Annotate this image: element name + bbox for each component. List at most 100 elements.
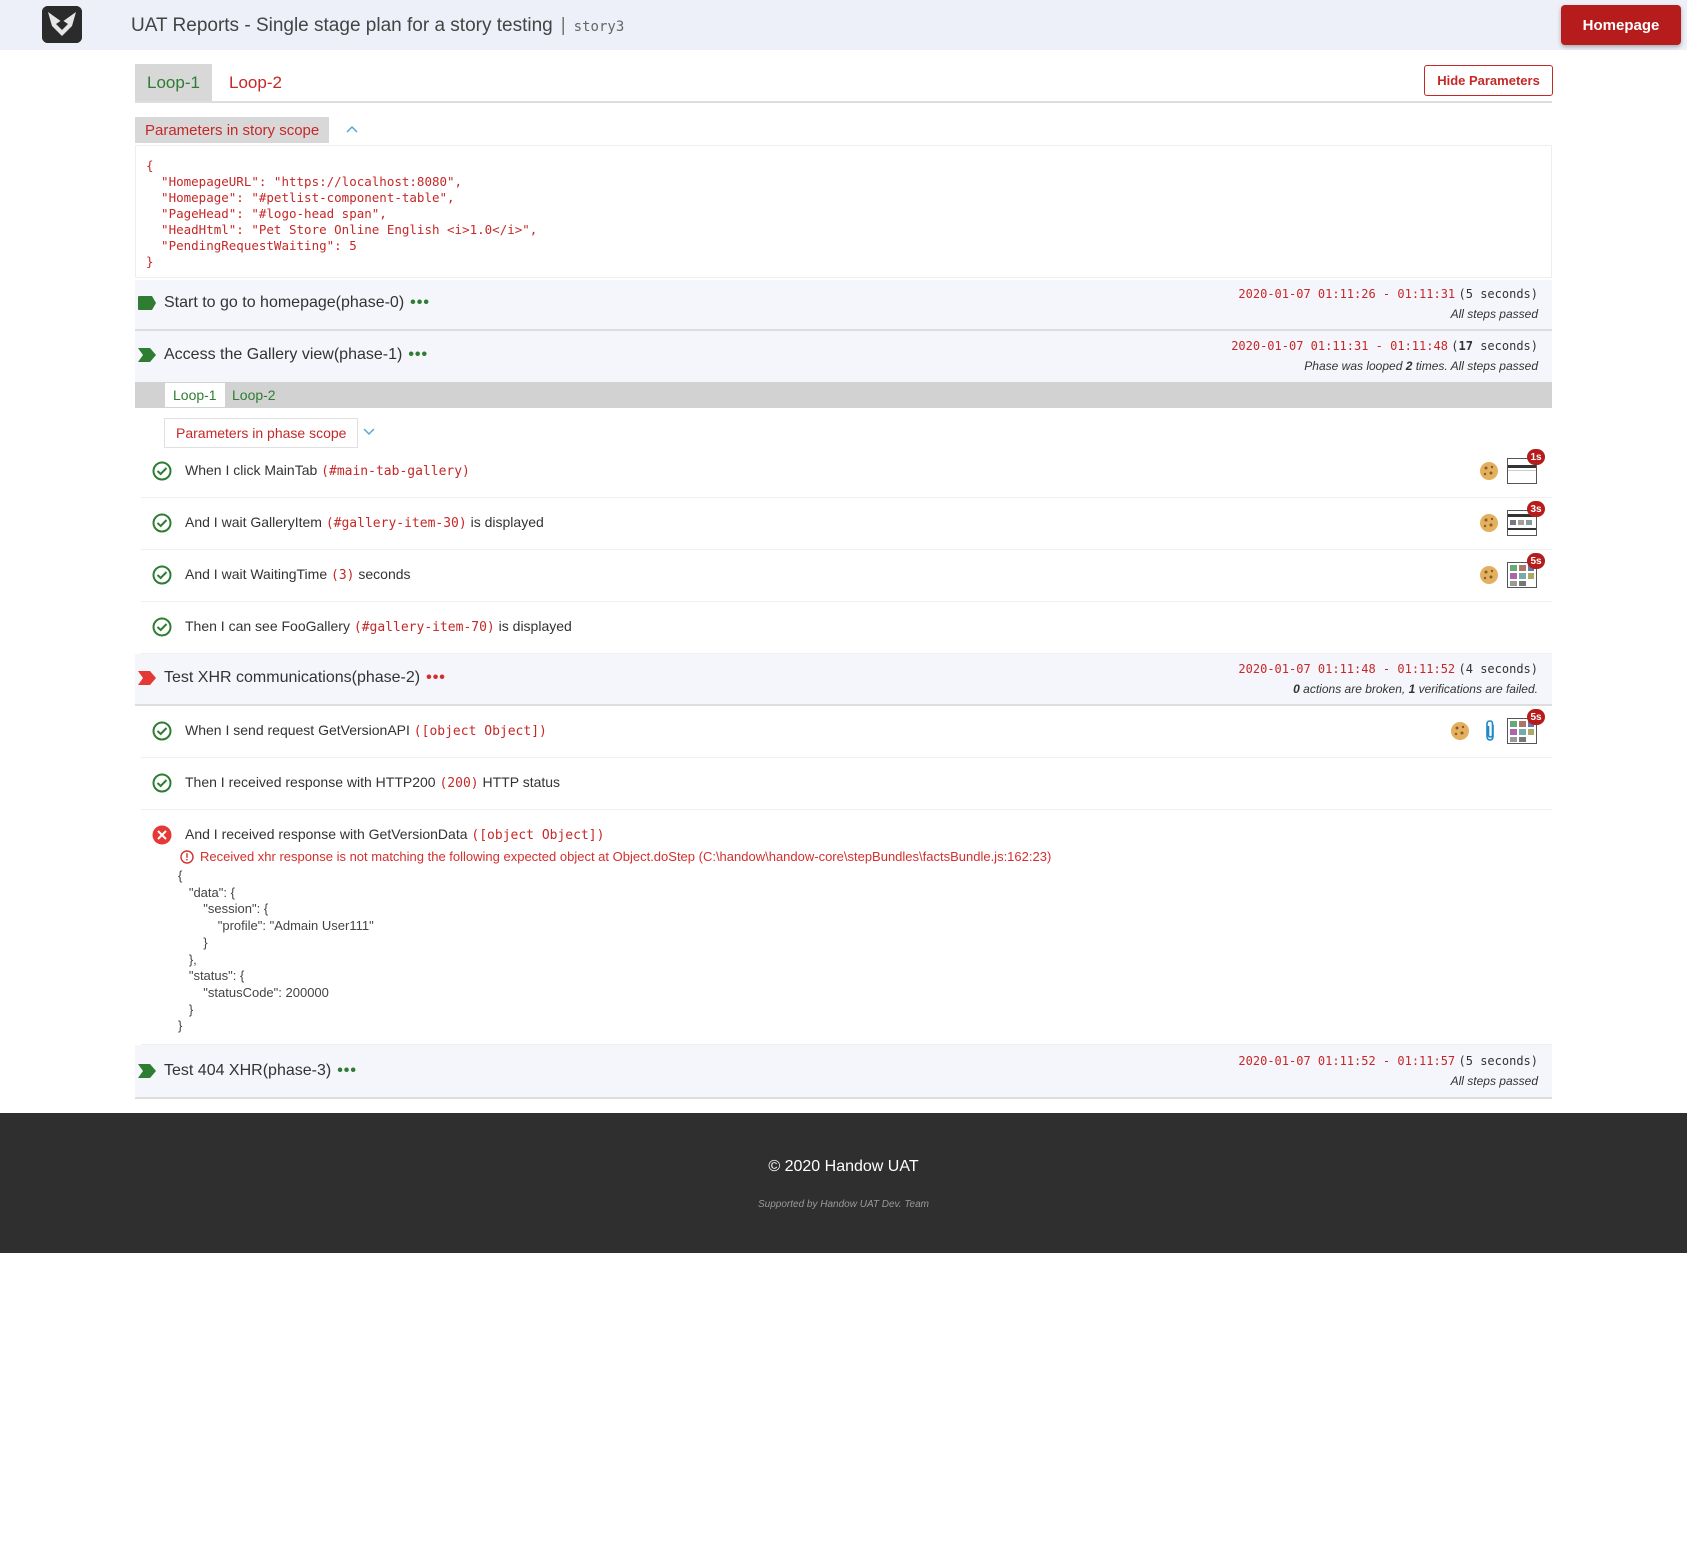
phase-summary: Phase was looped 2 times. All steps pass… [1304, 359, 1538, 373]
step-text: And I wait GalleryItem (#gallery-item-30… [185, 514, 544, 531]
tab-loop-1[interactable]: Loop-1 [135, 64, 212, 101]
phase-0-header[interactable]: Start to go to homepage(phase-0) ••• 2020… [135, 280, 1552, 331]
phase-passed-flag-icon [138, 1064, 156, 1078]
story-loop-tabs: Loop-1 Loop-2 [135, 64, 1552, 103]
step-argument: ([object Object]) [413, 724, 547, 739]
page-title: UAT Reports - Single stage plan for a st… [131, 15, 624, 37]
duration-number: 17 [1458, 339, 1473, 353]
phase-tab-loop-2[interactable]: Loop-2 [224, 383, 284, 407]
step-failed-icon [152, 825, 172, 845]
step-suffix: seconds [354, 566, 411, 582]
phase-title-text: Test XHR communications(phase-2) [164, 669, 421, 686]
step-suffix: is displayed [466, 514, 544, 530]
summary-prefix: Phase was looped [1304, 359, 1406, 373]
phase-2-header[interactable]: Test XHR communications(phase-2) ••• 2020… [135, 654, 1552, 706]
phase-time: 2020-01-07 01:11:31 - 01:11:48 (17 secon… [1231, 339, 1538, 353]
phase-title-text: Access the Gallery view(phase-1) [164, 346, 403, 363]
phase-more-icon[interactable]: ••• [410, 294, 430, 311]
step-argument: (200) [439, 776, 479, 791]
step-row: And I wait GalleryItem (#gallery-item-30… [141, 498, 1552, 550]
step-row: When I send request GetVersionAPI ([obje… [141, 706, 1552, 758]
screenshot-time-badge: 5s [1527, 709, 1545, 725]
phase-time: 2020-01-07 01:11:48 - 01:11:52 (4 second… [1238, 662, 1538, 676]
phase-passed-flag-icon [138, 296, 156, 310]
phase-3-header[interactable]: Test 404 XHR(phase-3) ••• 2020-01-07 01:1… [135, 1045, 1552, 1099]
cookie-icon[interactable] [1479, 461, 1499, 481]
step-text: And I wait WaitingTime (3) seconds [185, 566, 411, 583]
phase-more-icon[interactable]: ••• [337, 1062, 357, 1079]
story-scope-json: { "HomepageURL": "https://localhost:8080… [146, 158, 538, 269]
footer-supported: Supported by Handow UAT Dev. Team [757, 1199, 929, 1210]
step-passed-icon [152, 565, 172, 585]
handow-logo[interactable] [42, 6, 82, 43]
report-title: UAT Reports - Single stage plan for a st… [131, 15, 553, 36]
story-scope-parameters: { "HomepageURL": "https://localhost:8080… [135, 145, 1552, 278]
step-prefix: Then I received response with HTTP200 [185, 774, 440, 790]
cookie-icon[interactable] [1479, 565, 1499, 585]
phase-summary: All steps passed [1450, 1074, 1538, 1088]
step-row: Then I can see FooGallery (#gallery-item… [141, 602, 1552, 654]
phase-duration: (5 seconds) [1458, 1054, 1538, 1068]
summary-end: verifications are failed. [1415, 682, 1538, 696]
hide-parameters-button[interactable]: Hide Parameters [1424, 65, 1553, 96]
phase-duration: (5 seconds) [1458, 287, 1538, 301]
step-prefix: When I click MainTab [185, 462, 322, 478]
footer [0, 1113, 1687, 1253]
step-prefix: Then I can see FooGallery [185, 618, 354, 634]
step-text: Then I received response with HTTP200 (2… [185, 774, 560, 791]
step-argument: (#gallery-item-70) [353, 620, 495, 635]
step-argument: ([object Object]) [471, 828, 605, 843]
duration-prefix: ( [1451, 339, 1459, 353]
error-message-text: Received xhr response is not matching th… [200, 849, 1052, 864]
phase-1-header[interactable]: Access the Gallery view(phase-1) ••• 2020… [135, 331, 1552, 382]
step-prefix: And I wait GalleryItem [185, 514, 326, 530]
step-text: When I click MainTab (#main-tab-gallery) [185, 462, 470, 479]
phase-scope-label[interactable]: Parameters in phase scope [164, 418, 359, 448]
step-prefix: When I send request GetVersionAPI [185, 722, 414, 738]
step-passed-icon [152, 617, 172, 637]
attachment-icon[interactable] [1483, 720, 1497, 742]
top-bar: UAT Reports - Single stage plan for a st… [0, 0, 1687, 50]
phase-summary: All steps passed [1450, 307, 1538, 321]
phase-time-range: 2020-01-07 01:11:48 - 01:11:52 [1238, 662, 1456, 676]
phase-title: Test XHR communications(phase-2) ••• [164, 669, 446, 687]
phase-title: Start to go to homepage(phase-0) ••• [164, 294, 430, 312]
step-row: Then I received response with HTTP200 (2… [141, 758, 1552, 810]
phase-summary: 0 actions are broken, 1 verifications ar… [1293, 682, 1538, 696]
tab-loop-2[interactable]: Loop-2 [217, 64, 294, 101]
phase-time-range: 2020-01-07 01:11:26 - 01:11:31 [1238, 287, 1456, 301]
error-message: Received xhr response is not matching th… [180, 849, 1051, 864]
step-text: When I send request GetVersionAPI ([obje… [185, 722, 547, 739]
cookie-icon[interactable] [1479, 513, 1499, 533]
story-scope-label[interactable]: Parameters in story scope [135, 117, 330, 143]
screenshot-time-badge: 5s [1527, 553, 1545, 569]
phase-time-range: 2020-01-07 01:11:31 - 01:11:48 [1231, 339, 1448, 353]
step-argument: (3) [331, 568, 355, 583]
homepage-button[interactable]: Homepage [1561, 5, 1681, 45]
step-passed-icon [152, 721, 172, 741]
step-row: And I wait WaitingTime (3) seconds 5s [141, 550, 1552, 602]
footer-copyright: © 2020 Handow UAT [768, 1158, 919, 1175]
step-row: When I click MainTab (#main-tab-gallery)… [141, 446, 1552, 498]
phase-more-icon[interactable]: ••• [408, 346, 428, 363]
expected-object-json: { "data": { "session": { "profile": "Adm… [178, 868, 374, 1034]
phase-title: Access the Gallery view(phase-1) ••• [164, 346, 428, 364]
chevron-up-icon[interactable] [345, 122, 359, 139]
phase-loop-tabs: Loop-1 Loop-2 [135, 382, 1552, 408]
step-passed-icon [152, 461, 172, 481]
phase-duration: (4 seconds) [1458, 662, 1538, 676]
screenshot-time-badge: 1s [1527, 449, 1545, 465]
phase-tab-loop-1[interactable]: Loop-1 [165, 383, 225, 407]
step-passed-icon [152, 773, 172, 793]
cookie-icon[interactable] [1450, 721, 1470, 741]
phase-duration: (17 seconds) [1451, 339, 1538, 353]
step-prefix: And I wait WaitingTime [185, 566, 332, 582]
phase-title-text: Start to go to homepage(phase-0) [164, 294, 405, 311]
chevron-down-icon[interactable] [362, 425, 376, 442]
title-separator: | [560, 15, 566, 36]
phase-more-icon[interactable]: ••• [426, 669, 446, 686]
step-argument: (#gallery-item-30) [325, 516, 467, 531]
error-alert-icon [180, 849, 194, 864]
step-text: Then I can see FooGallery (#gallery-item… [185, 618, 572, 635]
story-name: story3 [573, 19, 625, 35]
